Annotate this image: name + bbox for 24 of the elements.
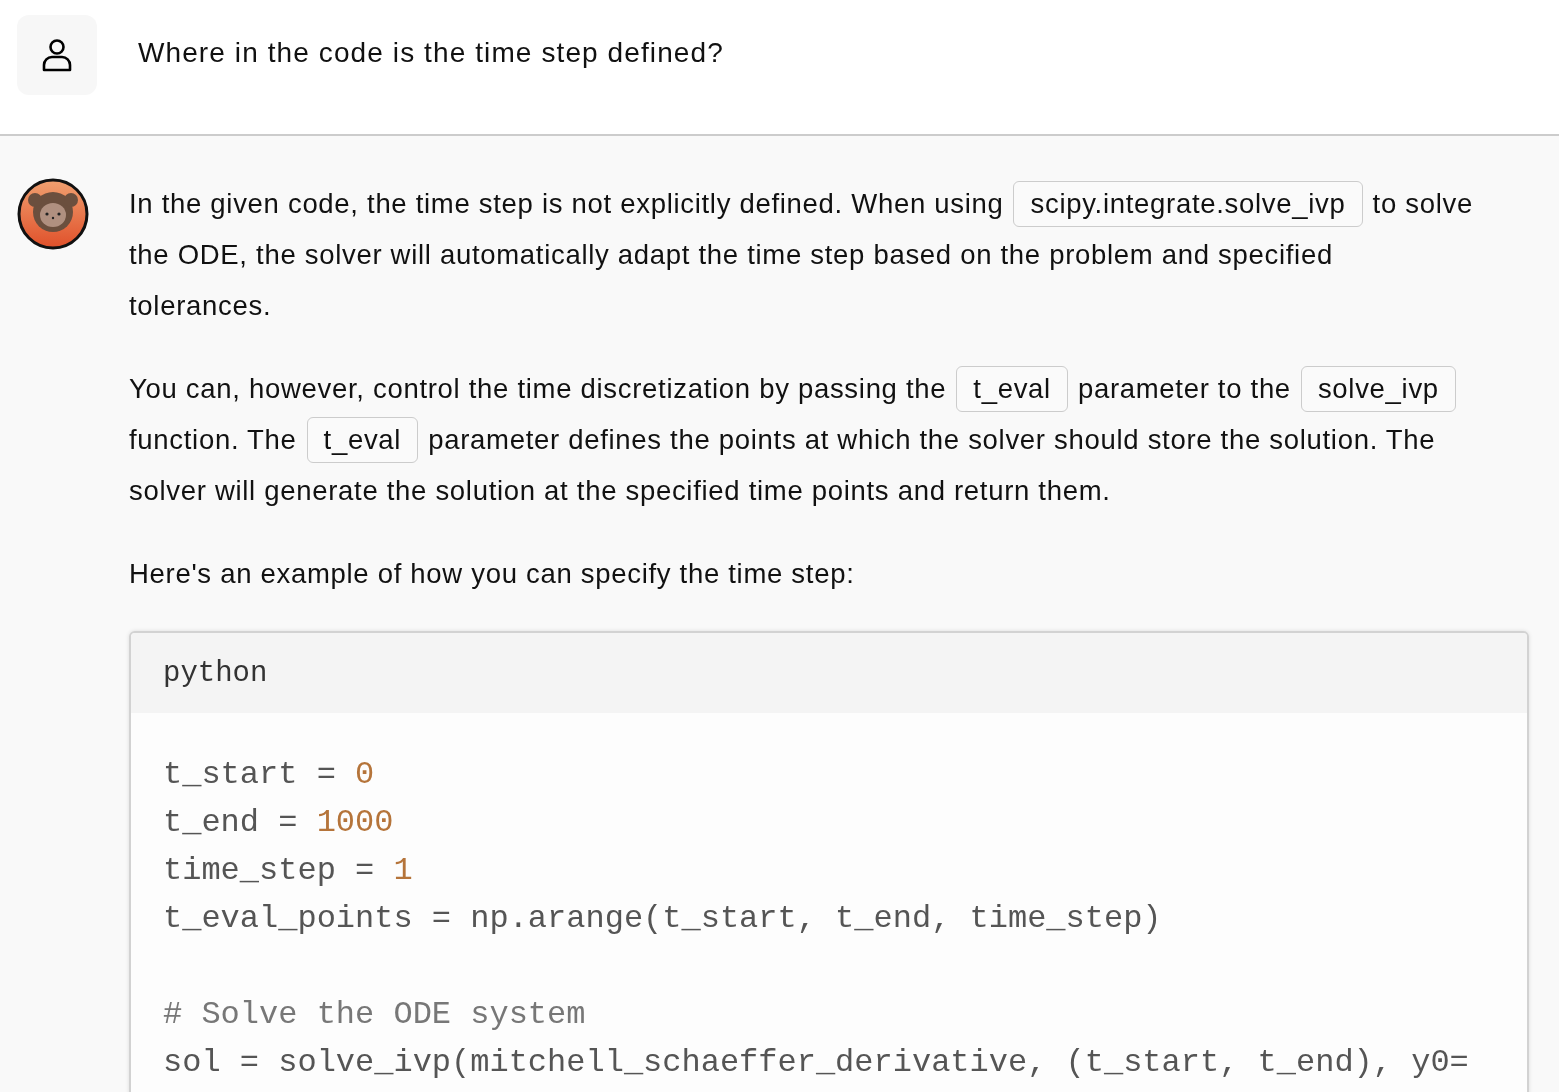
question-text: Where in the code is the time step defined? — [138, 37, 724, 69]
answer-text: solver will generate the solution at the specified time points and return them. — [129, 474, 1111, 507]
answer-text: parameter defines the points at which the solver should store the solution. The — [428, 423, 1436, 456]
code-line: t_end = 1000 — [163, 804, 394, 841]
code-line: t_eval_points = np.arange(t_start, t_end, time_step) — [163, 900, 1162, 937]
answer-text: parameter to the — [1077, 372, 1291, 405]
bear-avatar-icon — [17, 178, 89, 250]
code-line: t_start = 0 — [163, 756, 375, 793]
code-line: sol = solve_ivp(mitchell_schaeffer_derivative, (t_start, t_end), y0= — [163, 1044, 1469, 1081]
answer-text: Here's an example of how you can specify the time step: — [129, 557, 855, 590]
person-icon — [42, 38, 72, 72]
code-line: # Solve the ODE system — [163, 996, 586, 1033]
answer-text: In the given code, the time step is not explicitly defined. When using — [129, 187, 1004, 220]
answer-text: the ODE, the solver will automatically adapt the time step based on the problem and specified — [129, 238, 1333, 271]
code-line: time_step = 1 — [163, 852, 413, 889]
code-language-label: python — [163, 656, 268, 690]
inline-code: t_eval — [306, 416, 419, 463]
answer-text: to solve — [1372, 187, 1473, 220]
answer-text: tolerances. — [129, 289, 272, 322]
answer-text: function. The — [129, 423, 297, 456]
inline-code: t_eval — [956, 365, 1068, 412]
inline-code: solve_ivp — [1300, 365, 1456, 412]
answer-text: You can, however, control the time discretization by passing the — [129, 372, 947, 405]
inline-code: scipy.integrate.solve_ivp — [1013, 180, 1363, 227]
